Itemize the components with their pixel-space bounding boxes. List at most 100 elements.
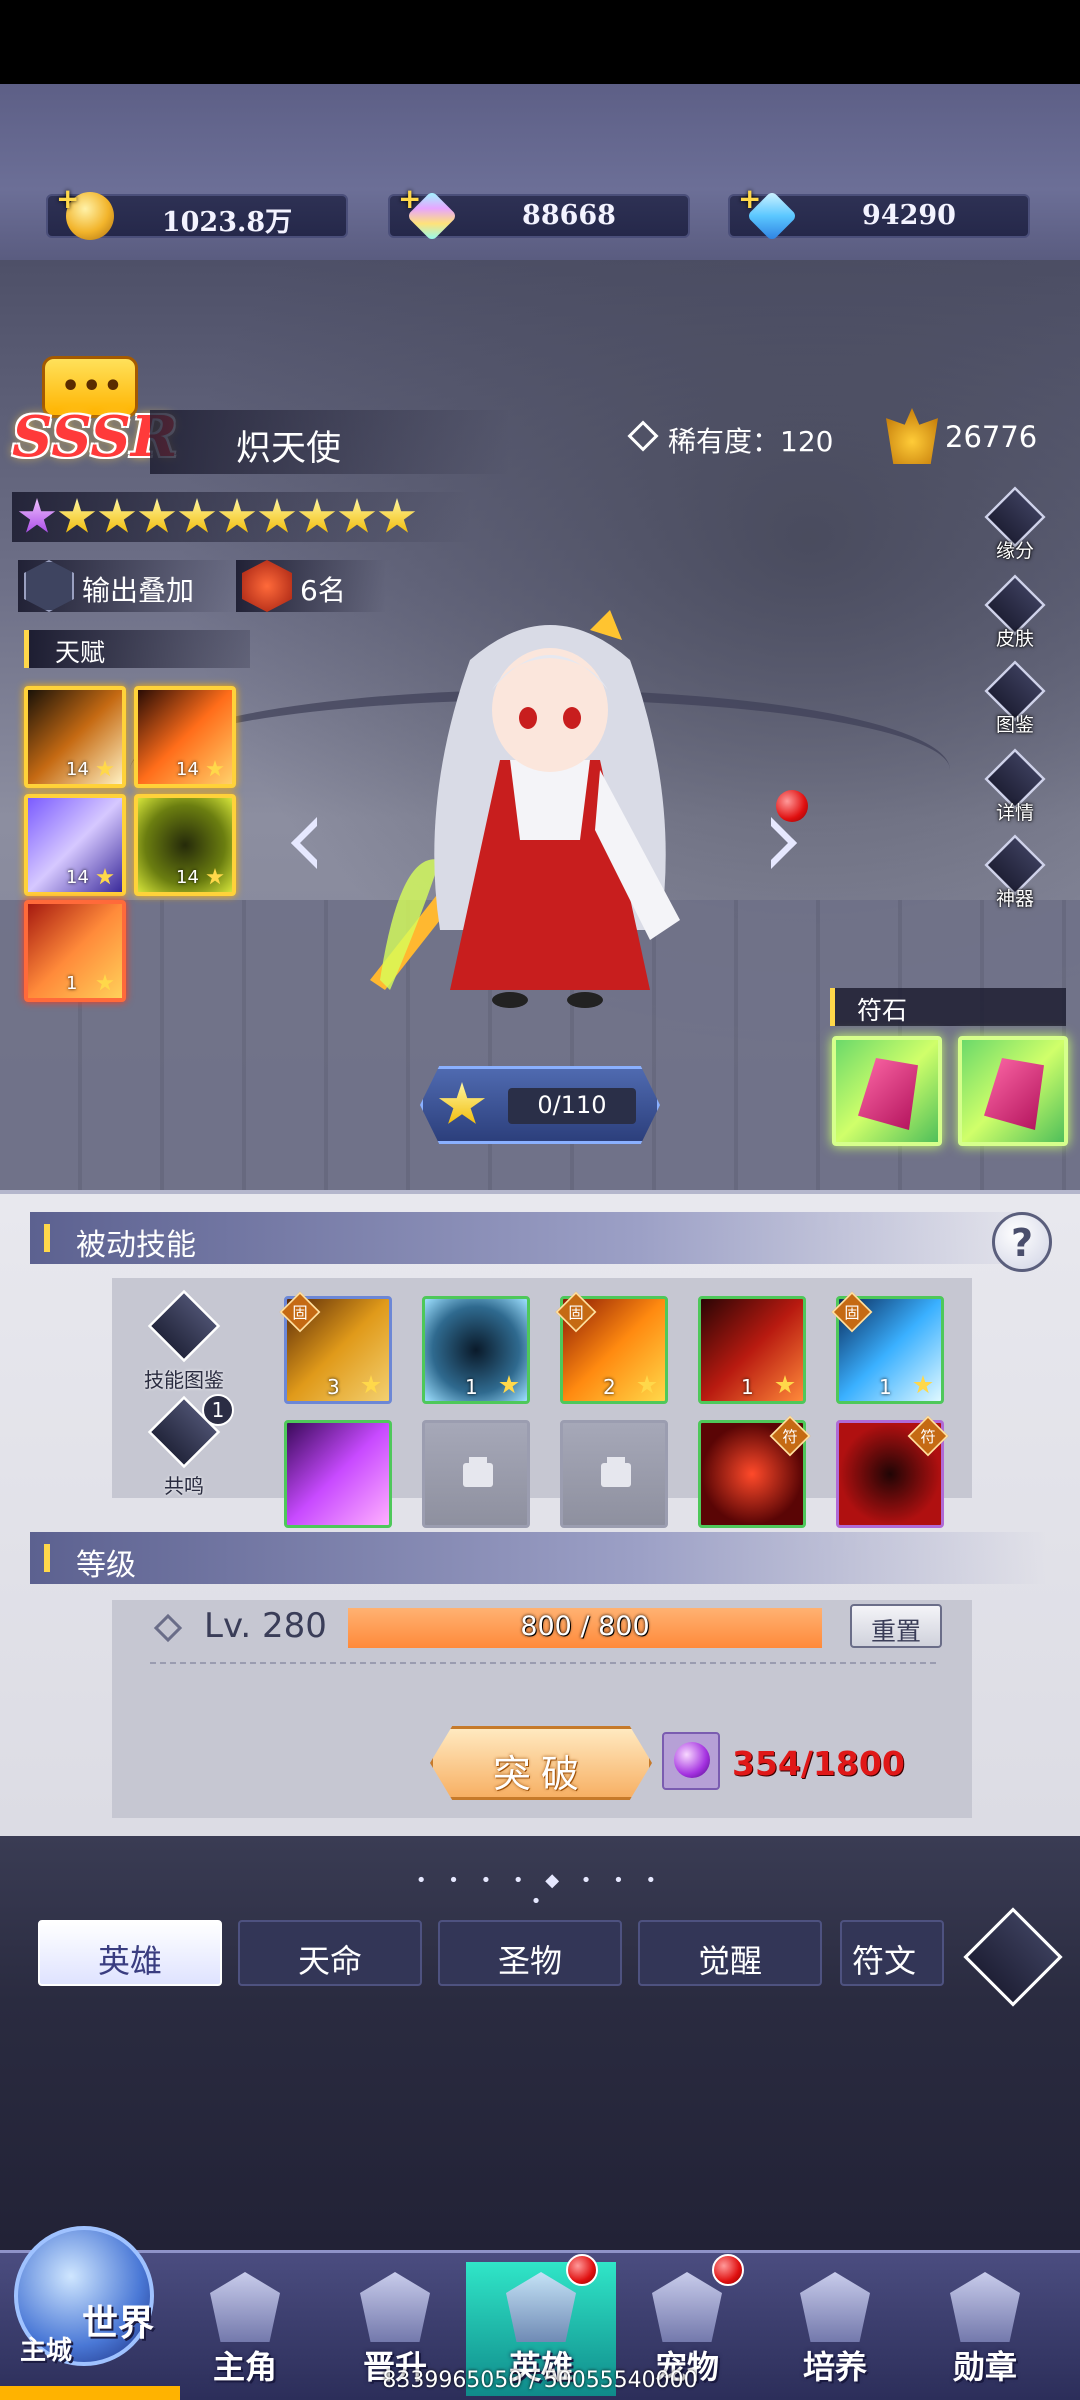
talent-level: 14 xyxy=(176,759,199,780)
add-gold-icon[interactable]: + xyxy=(56,182,79,215)
header-accent xyxy=(44,1544,50,1572)
talent-slot[interactable]: 1 xyxy=(24,900,126,1002)
book-icon xyxy=(360,2272,430,2342)
role-tag-label: 输出叠加 xyxy=(82,574,195,607)
help-button[interactable]: ? xyxy=(992,1212,1052,1272)
reset-button[interactable]: 重置 xyxy=(850,1604,942,1648)
star-icon xyxy=(637,1375,657,1394)
notification-dot xyxy=(776,790,808,822)
star-icon xyxy=(138,498,176,533)
tab-destiny-label: 天命 xyxy=(297,1942,362,1980)
exclusive-badge-label: 符 xyxy=(782,1428,798,1447)
passive-skill-slot[interactable]: 符 xyxy=(836,1415,949,1528)
rank-tag[interactable]: 6名 xyxy=(236,560,386,612)
crystal-resource[interactable]: + 88668 xyxy=(388,182,690,242)
skill-book-icon xyxy=(147,1289,221,1363)
fixed-badge-label: 固 xyxy=(844,1304,860,1323)
gold-resource[interactable]: + 1023.8万 xyxy=(46,182,348,240)
status-bar xyxy=(0,0,1080,84)
diamond-resource[interactable]: + 94290 xyxy=(728,182,1030,242)
skill-level: 3 xyxy=(327,1375,340,1399)
skill-level: 2 xyxy=(603,1375,616,1399)
star-icon xyxy=(206,868,224,885)
medal-icon xyxy=(950,2272,1020,2342)
passive-skill-slot[interactable]: 符 xyxy=(698,1415,811,1528)
star-icon xyxy=(96,868,114,885)
purple-orb-icon[interactable] xyxy=(662,1732,720,1790)
talent-slot[interactable]: 14 xyxy=(134,686,236,788)
talent-slot[interactable]: 14 xyxy=(24,794,126,896)
tab-awaken[interactable]: 觉醒 xyxy=(638,1920,822,1986)
rune-slot[interactable] xyxy=(958,1036,1068,1146)
nav-city-label: 主城 xyxy=(20,2336,73,2366)
rarity-value-text: 稀有度：120 xyxy=(668,425,834,458)
tab-rune[interactable]: 符文 xyxy=(840,1920,944,1986)
rarity-value: 稀有度：120 xyxy=(668,420,833,460)
passive-skill-slot[interactable]: 固2 xyxy=(555,1291,668,1404)
helmet-icon xyxy=(210,2272,280,2342)
role-tag[interactable]: 输出叠加 xyxy=(18,560,238,612)
talent-slot[interactable]: 14 xyxy=(24,686,126,788)
material-count: 354/1800 xyxy=(732,1744,905,1783)
bubble-dots: ••• xyxy=(61,369,125,404)
skill-level: 1 xyxy=(741,1375,754,1399)
passive-skill-slot[interactable]: 固3 xyxy=(279,1291,392,1404)
talent-header: 天赋 xyxy=(24,630,250,668)
rank-tag-label: 6名 xyxy=(300,574,346,607)
resonance-count: 1 xyxy=(211,1398,225,1422)
atlas-button[interactable]: 图鉴 xyxy=(980,660,1050,742)
detail-label: 详情 xyxy=(995,802,1034,824)
loading-strip xyxy=(0,2386,180,2400)
skin-button[interactable]: 皮肤 xyxy=(980,574,1050,656)
level-progress-text: 800 / 800 xyxy=(520,1611,650,1642)
nav-world-label: 世界 xyxy=(82,2303,155,2344)
star-icon xyxy=(58,498,96,533)
passive-skill-title: 被动技能 xyxy=(76,1228,196,1263)
star-icon xyxy=(178,498,216,533)
resonance-count-badge: 1 xyxy=(202,1394,234,1426)
breakthrough-button[interactable]: 突破 xyxy=(430,1726,652,1800)
talent-slot[interactable]: 14 xyxy=(134,794,236,896)
tab-relic[interactable]: 圣物 xyxy=(438,1920,622,1986)
passive-skill-slot[interactable] xyxy=(284,1420,392,1528)
star-icon xyxy=(98,498,136,533)
header-accent xyxy=(44,1224,50,1252)
fixed-badge: 固 xyxy=(279,1291,321,1333)
artifact-button[interactable]: 神器 xyxy=(980,834,1050,916)
passive-skill-slot[interactable]: 1 xyxy=(422,1296,530,1404)
fate-button[interactable]: 缘分 xyxy=(980,486,1050,568)
tab-hero[interactable]: 英雄 xyxy=(38,1920,222,1986)
locked-skill-slot[interactable] xyxy=(422,1420,530,1528)
fixed-badge-label: 固 xyxy=(292,1304,308,1323)
skill-level: 1 xyxy=(465,1375,478,1399)
talent-level: 14 xyxy=(66,867,89,888)
knight-helmet-icon xyxy=(506,2272,576,2342)
add-crystal-icon[interactable]: + xyxy=(398,182,421,215)
pet-face-icon xyxy=(652,2272,722,2342)
notification-dot xyxy=(712,2254,744,2286)
question-mark-icon: ? xyxy=(1010,1221,1034,1265)
tab-destiny[interactable]: 天命 xyxy=(238,1920,422,1986)
fixed-badge-label: 固 xyxy=(568,1304,584,1323)
star-icon xyxy=(913,1375,933,1394)
add-diamond-icon[interactable]: + xyxy=(738,182,761,215)
talent-level: 1 xyxy=(66,973,78,994)
skill-atlas-button[interactable]: 技能图鉴 xyxy=(134,1289,234,1392)
hero-level: Lv. 280 xyxy=(204,1606,327,1646)
rune-slot[interactable] xyxy=(832,1036,942,1146)
skin-label: 皮肤 xyxy=(995,628,1034,650)
detail-button[interactable]: 详情 xyxy=(980,748,1050,830)
rune-gem-icon xyxy=(858,1058,918,1130)
hero-name: 炽天使 xyxy=(236,429,342,469)
star-rating xyxy=(12,492,472,542)
star-icon xyxy=(218,498,256,533)
hero-character-sprite[interactable] xyxy=(360,600,740,1020)
passive-skill-slot[interactable]: 1 xyxy=(698,1296,806,1404)
breakthrough-label: 突破 xyxy=(492,1752,589,1796)
artifact-label: 神器 xyxy=(995,888,1034,910)
passive-skill-slot[interactable]: 固1 xyxy=(831,1291,944,1404)
ornamental-divider: • • • • ◆ • • • • xyxy=(415,1870,665,1912)
star-icon xyxy=(206,760,224,777)
locked-skill-slot[interactable] xyxy=(560,1420,668,1528)
skill-atlas-label: 技能图鉴 xyxy=(144,1368,224,1392)
